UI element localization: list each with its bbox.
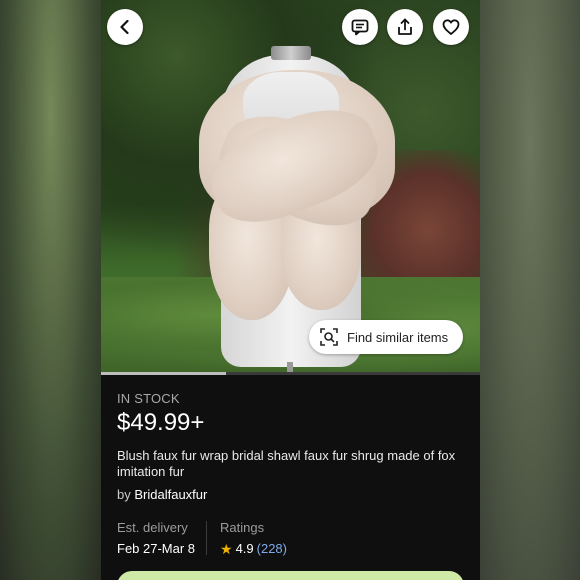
heart-icon <box>442 19 460 35</box>
visual-search-icon <box>320 328 338 346</box>
back-button[interactable] <box>107 9 143 45</box>
delivery-label: Est. delivery <box>117 520 188 535</box>
info-divider <box>206 521 207 555</box>
product-price: $49.99+ <box>117 409 205 436</box>
message-button[interactable] <box>342 9 378 45</box>
stock-status: IN STOCK <box>117 391 180 406</box>
chevron-left-icon <box>120 19 129 35</box>
share-icon <box>398 18 412 35</box>
blurred-background-left <box>0 0 101 580</box>
app-screen: Find similar items IN STOCK $49.99+ Blus… <box>101 0 480 580</box>
product-image[interactable]: Find similar items <box>101 0 480 372</box>
seller-prefix: by <box>117 487 131 502</box>
image-mannequin-pole <box>287 362 293 372</box>
image-mannequin-neck <box>271 46 311 60</box>
rating-count[interactable]: (228) <box>257 541 287 556</box>
delivery-value: Feb 27-Mar 8 <box>117 541 196 556</box>
rating-score: 4.9 <box>235 541 254 556</box>
find-similar-label: Find similar items <box>347 329 449 345</box>
gallery-progress-fill <box>101 372 227 375</box>
ratings-label: Ratings <box>220 520 265 535</box>
rating-row: ★ 4.9 (228) <box>220 541 287 556</box>
gallery-progress-bar <box>101 372 480 375</box>
star-icon: ★ <box>220 540 233 557</box>
delivery-block: Est. delivery Feb 27-Mar 8 <box>117 520 195 556</box>
message-icon <box>351 19 369 36</box>
seller-line[interactable]: by Bridalfauxfur <box>117 487 207 502</box>
ratings-block[interactable]: Ratings ★ 4.9 (228) <box>220 520 287 556</box>
find-similar-button[interactable]: Find similar items <box>309 320 463 354</box>
blurred-background-right <box>480 0 580 580</box>
seller-name[interactable]: Bridalfauxfur <box>134 487 207 502</box>
favorite-button[interactable] <box>433 9 469 45</box>
primary-action-button[interactable] <box>117 571 464 580</box>
product-title: Blush faux fur wrap bridal shawl faux fu… <box>117 448 456 479</box>
share-button[interactable] <box>387 9 423 45</box>
